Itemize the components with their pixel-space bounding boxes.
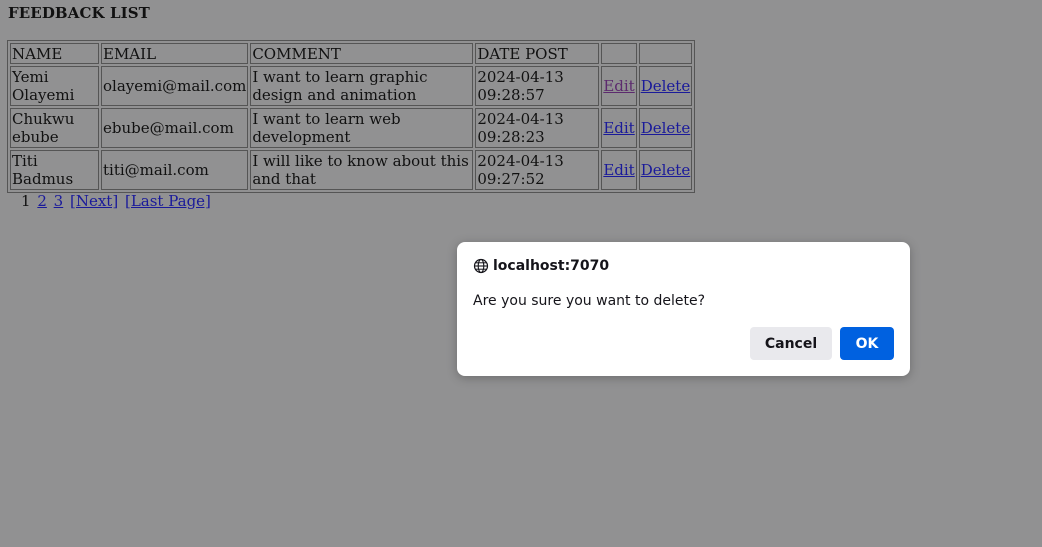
cell-name: Titi Badmus bbox=[10, 150, 99, 190]
cell-email: olayemi@mail.com bbox=[101, 66, 249, 106]
cell-email: ebube@mail.com bbox=[101, 108, 249, 148]
dialog-origin: localhost:7070 bbox=[493, 258, 610, 274]
edit-link[interactable]: Edit bbox=[603, 119, 634, 137]
last-page-link[interactable]: [Last Page] bbox=[125, 192, 211, 210]
dialog-title: localhost:7070 bbox=[473, 258, 609, 274]
cell-name: Chukwu ebube bbox=[10, 108, 99, 148]
header-comment: COMMENT bbox=[250, 43, 474, 64]
next-page-link[interactable]: [Next] bbox=[70, 192, 118, 210]
current-page: 1 bbox=[21, 192, 31, 210]
cell-edit: Edit bbox=[601, 66, 637, 106]
header-email: EMAIL bbox=[101, 43, 249, 64]
cell-comment: I will like to know about this and that bbox=[250, 150, 474, 190]
cell-edit: Edit bbox=[601, 150, 637, 190]
ok-button[interactable]: OK bbox=[840, 327, 894, 360]
feedback-table: NAME EMAIL COMMENT DATE POST Yemi Olayem… bbox=[7, 40, 696, 193]
page-3-link[interactable]: 3 bbox=[54, 192, 64, 210]
table-row: Titi Badmus titi@mail.com I will like to… bbox=[10, 150, 693, 190]
delete-link[interactable]: Delete bbox=[641, 161, 690, 179]
page-2-link[interactable]: 2 bbox=[37, 192, 47, 210]
page-title: FEEDBACK LIST bbox=[8, 4, 150, 22]
cell-delete: Delete bbox=[638, 150, 693, 190]
table-header-row: NAME EMAIL COMMENT DATE POST bbox=[10, 43, 693, 64]
cancel-button[interactable]: Cancel bbox=[750, 327, 832, 360]
header-date-post: DATE POST bbox=[475, 43, 600, 64]
header-delete bbox=[638, 43, 693, 64]
cell-name: Yemi Olayemi bbox=[10, 66, 99, 106]
header-name: NAME bbox=[10, 43, 99, 64]
cell-date: 2024-04-13 09:27:52 bbox=[475, 150, 600, 190]
header-edit bbox=[601, 43, 637, 64]
cell-comment: I want to learn web development bbox=[250, 108, 474, 148]
delete-link[interactable]: Delete bbox=[641, 77, 690, 95]
cell-date: 2024-04-13 09:28:57 bbox=[475, 66, 600, 106]
globe-icon bbox=[473, 258, 489, 274]
pagination: 1 2 3 [Next] [Last Page] bbox=[21, 192, 213, 210]
dialog-message: Are you sure you want to delete? bbox=[473, 293, 705, 309]
edit-link[interactable]: Edit bbox=[603, 161, 634, 179]
cell-edit: Edit bbox=[601, 108, 637, 148]
delete-link[interactable]: Delete bbox=[641, 119, 690, 137]
cell-email: titi@mail.com bbox=[101, 150, 249, 190]
edit-link[interactable]: Edit bbox=[603, 77, 634, 95]
table-row: Yemi Olayemi olayemi@mail.com I want to … bbox=[10, 66, 693, 106]
cell-delete: Delete bbox=[638, 108, 693, 148]
confirm-dialog: localhost:7070 Are you sure you want to … bbox=[457, 242, 910, 376]
cell-delete: Delete bbox=[638, 66, 693, 106]
table-row: Chukwu ebube ebube@mail.com I want to le… bbox=[10, 108, 693, 148]
cell-date: 2024-04-13 09:28:23 bbox=[475, 108, 600, 148]
cell-comment: I want to learn graphic design and anima… bbox=[250, 66, 474, 106]
